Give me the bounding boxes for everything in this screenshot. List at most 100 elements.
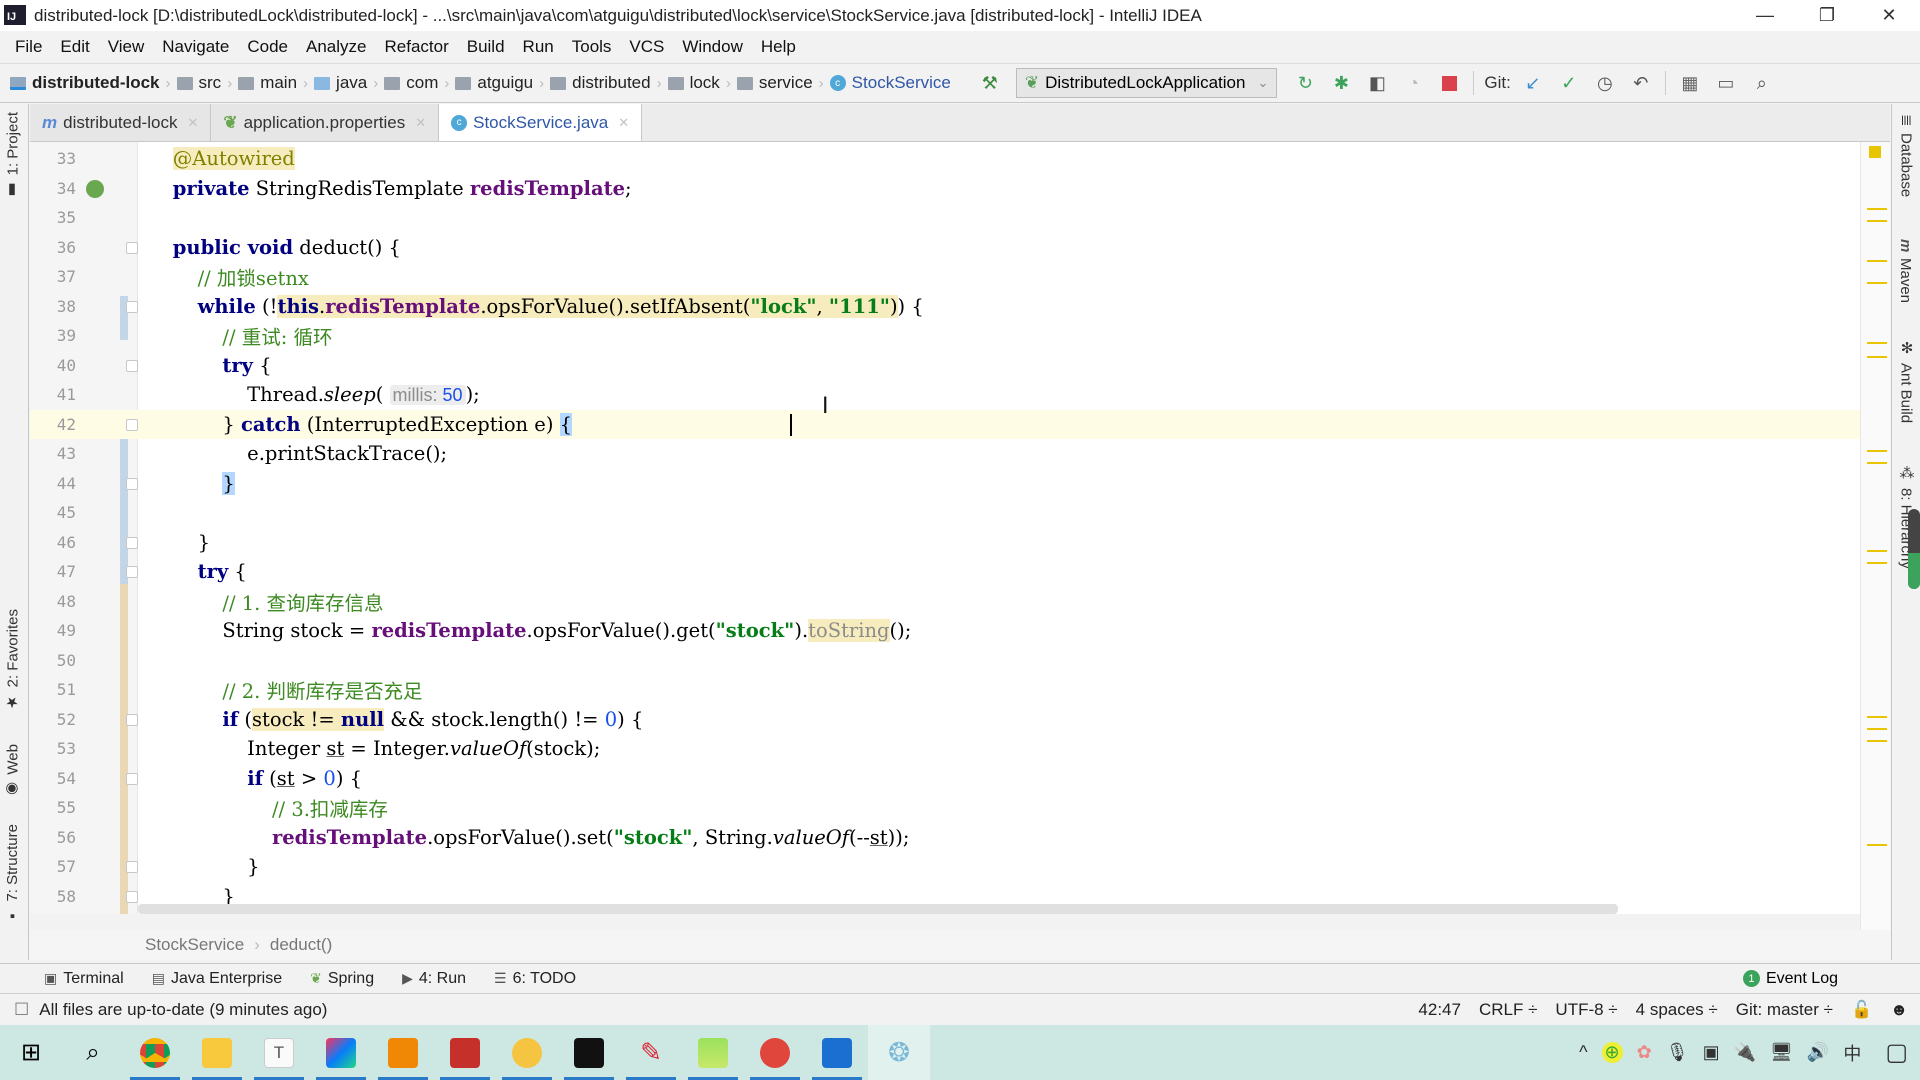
code-line[interactable]: 46 } xyxy=(30,528,1860,558)
fold-icon[interactable] xyxy=(126,418,138,431)
code-line[interactable]: 39 // 重试: 循环 xyxy=(30,321,1860,351)
line-number[interactable]: 49 xyxy=(30,621,76,640)
code-line[interactable]: 50 xyxy=(30,646,1860,676)
code-line[interactable]: 55 // 3.扣减库存 xyxy=(30,793,1860,823)
taskbar-drawio[interactable] xyxy=(372,1025,434,1080)
menu-help[interactable]: Help xyxy=(752,37,805,57)
line-number[interactable]: 51 xyxy=(30,680,76,699)
menu-build[interactable]: Build xyxy=(458,37,514,57)
horizontal-scrollbar[interactable] xyxy=(138,904,1618,914)
coverage-icon[interactable]: ◧ xyxy=(1364,70,1390,96)
tool-terminal[interactable]: ▣ Terminal xyxy=(44,970,124,988)
spring-bean-gutter-icon[interactable] xyxy=(86,179,104,198)
line-number[interactable]: 39 xyxy=(30,326,76,345)
inspector-icon[interactable]: ☻ xyxy=(1890,1000,1908,1020)
line-number[interactable]: 33 xyxy=(30,149,76,168)
code-line[interactable]: 33 @Autowired xyxy=(30,144,1860,174)
close-icon[interactable]: ✕ xyxy=(618,115,629,131)
line-number[interactable]: 38 xyxy=(30,297,76,316)
code-line[interactable]: 43 e.printStackTrace(); xyxy=(30,439,1860,469)
menu-vcs[interactable]: VCS xyxy=(620,37,673,57)
line-number[interactable]: 34 xyxy=(30,179,76,198)
code-line[interactable]: 34 private StringRedisTemplate redisTemp… xyxy=(30,174,1860,204)
tab-application-properties[interactable]: ❦ application.properties ✕ xyxy=(211,104,440,141)
tool-run[interactable]: ▶ 4: Run xyxy=(402,970,466,988)
caret-position[interactable]: 42:47 xyxy=(1418,1000,1461,1020)
restore-button[interactable]: ❐ xyxy=(1796,0,1858,31)
code-line[interactable]: 48 // 1. 查询库存信息 xyxy=(30,587,1860,617)
start-button[interactable]: ⊞ xyxy=(0,1025,62,1080)
code-line[interactable]: 38 while (!this.redisTemplate.opsForValu… xyxy=(30,292,1860,322)
taskbar-typora[interactable]: T xyxy=(248,1025,310,1080)
code-line[interactable]: 44 } xyxy=(30,469,1860,499)
search-icon[interactable]: ⌕ xyxy=(1749,70,1775,96)
line-number[interactable]: 56 xyxy=(30,828,76,847)
tool-database[interactable]: ≣ Database xyxy=(1897,114,1916,197)
fold-icon[interactable] xyxy=(126,772,138,785)
menu-run[interactable]: Run xyxy=(514,37,563,57)
fold-icon[interactable] xyxy=(126,890,138,903)
tool-ant-build[interactable]: ✻ Ant Build xyxy=(1897,339,1916,423)
line-number[interactable]: 46 xyxy=(30,533,76,552)
menu-edit[interactable]: Edit xyxy=(51,37,98,57)
breadcrumb-atguigu[interactable]: atguigu xyxy=(455,73,533,93)
code-line[interactable]: 51 // 2. 判断库存是否充足 xyxy=(30,675,1860,705)
code-line[interactable]: 35 xyxy=(30,203,1860,233)
presentation-icon[interactable]: ▭ xyxy=(1713,70,1739,96)
line-number[interactable]: 57 xyxy=(30,857,76,876)
notification-icon[interactable]: ▢ xyxy=(1885,1038,1908,1067)
code-line[interactable]: 45 xyxy=(30,498,1860,528)
menu-refactor[interactable]: Refactor xyxy=(375,37,457,57)
menu-navigate[interactable]: Navigate xyxy=(153,37,238,57)
menu-view[interactable]: View xyxy=(99,37,154,57)
volume-icon[interactable]: 🔊 xyxy=(1807,1042,1829,1063)
fold-icon[interactable] xyxy=(126,566,138,578)
code-line[interactable]: 57 } xyxy=(30,852,1860,882)
tool-todo[interactable]: ☰ 6: TODO xyxy=(494,970,576,988)
code-breadcrumb-method[interactable]: deduct() xyxy=(270,935,332,955)
git-commit-icon[interactable]: ✓ xyxy=(1556,70,1582,96)
taskbar-app-yellow[interactable] xyxy=(496,1025,558,1080)
taskbar-redis[interactable] xyxy=(434,1025,496,1080)
status-toggle-icon[interactable]: ☐ xyxy=(14,1000,29,1020)
breadcrumb-stockservice[interactable]: c StockService xyxy=(829,73,951,93)
code-line[interactable]: 40 try { xyxy=(30,351,1860,381)
git-branch[interactable]: Git: master ÷ xyxy=(1736,1000,1833,1020)
menu-code[interactable]: Code xyxy=(238,37,297,57)
breadcrumb-main[interactable]: main xyxy=(238,73,297,93)
breadcrumb-src[interactable]: src xyxy=(176,73,221,93)
taskbar-notepad[interactable] xyxy=(682,1025,744,1080)
taskbar-feather[interactable]: ✎ xyxy=(620,1025,682,1080)
tool-structure[interactable]: ▪ 7: Structure xyxy=(4,824,21,925)
minimize-button[interactable]: — xyxy=(1734,0,1796,31)
profile-icon[interactable]: ◔ xyxy=(1400,70,1426,96)
code-line[interactable]: 41 Thread.sleep( millis: 50); xyxy=(30,380,1860,410)
line-number[interactable]: 55 xyxy=(30,798,76,817)
line-number[interactable]: 50 xyxy=(30,651,76,670)
taskbar-terminal[interactable] xyxy=(558,1025,620,1080)
taskbar-search[interactable]: ⌕ xyxy=(62,1025,124,1080)
code-line[interactable]: 54 if (st > 0) { xyxy=(30,764,1860,794)
network-icon[interactable]: 🖥 xyxy=(1770,1042,1793,1063)
rerun-icon[interactable]: ↻ xyxy=(1292,70,1318,96)
tray-flower-icon[interactable]: ✿ xyxy=(1637,1042,1652,1063)
indent-setting[interactable]: 4 spaces ÷ xyxy=(1636,1000,1718,1020)
line-number[interactable]: 41 xyxy=(30,385,76,404)
line-number[interactable]: 43 xyxy=(30,444,76,463)
ime-icon[interactable]: 中 xyxy=(1843,1040,1861,1066)
tool-spring[interactable]: ❦ Spring xyxy=(310,970,374,988)
tray-expand-icon[interactable]: ^ xyxy=(1579,1042,1587,1063)
taskbar-intellij[interactable] xyxy=(310,1025,372,1080)
code-line[interactable]: 52 if (stock != null && stock.length() !… xyxy=(30,705,1860,735)
close-icon[interactable]: ✕ xyxy=(187,115,198,131)
git-update-icon[interactable]: ↙ xyxy=(1520,70,1546,96)
fold-icon[interactable] xyxy=(126,861,138,873)
fold-icon[interactable] xyxy=(126,536,138,549)
code-line[interactable]: 47 try { xyxy=(30,557,1860,587)
tab-distributed-lock[interactable]: m distributed-lock ✕ xyxy=(30,104,212,141)
project-structure-icon[interactable]: ▦ xyxy=(1677,70,1703,96)
breadcrumb-distributed[interactable]: distributed xyxy=(550,73,651,93)
code-line[interactable]: 36 public void deduct() { xyxy=(30,233,1860,263)
line-number[interactable]: 44 xyxy=(30,474,76,493)
stop-icon[interactable] xyxy=(1436,70,1462,96)
